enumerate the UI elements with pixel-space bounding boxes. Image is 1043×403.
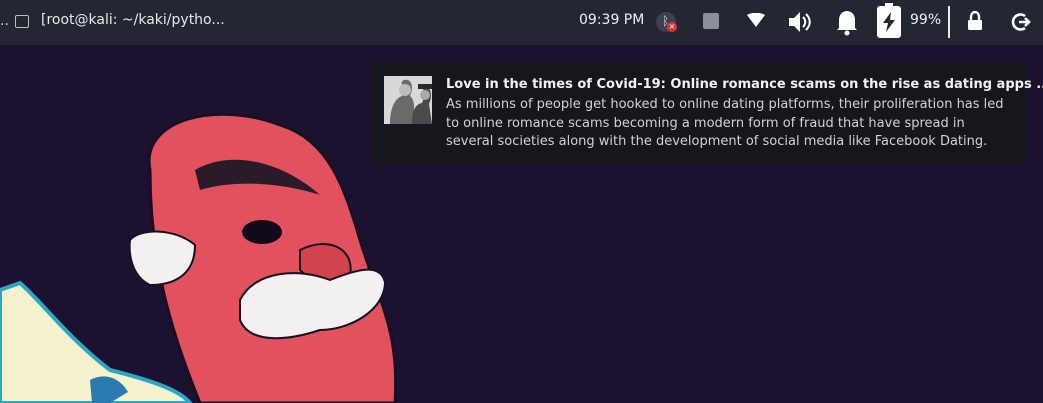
volume-icon[interactable] [787,10,813,34]
battery-percent: 99% [910,12,942,28]
notification-body: As millions of people get hooked to onli… [446,97,1004,149]
notification-popup[interactable]: Love in the times of Covid-19: Online ro… [371,63,1043,165]
overflow-indicator: .. [0,13,9,29]
disabled-badge-icon: × [667,22,677,32]
lock-icon[interactable] [967,11,983,31]
battery-charging-icon[interactable] [877,3,901,38]
notification-thumbnail [384,76,432,124]
desktop-wallpaper [0,0,1043,403]
terminal-icon[interactable] [15,15,29,28]
mask-eye [242,220,282,244]
window-title[interactable]: [root@kali: ~/kaki/pytho... [41,12,225,28]
panel-separator [948,6,950,38]
notification-title: Love in the times of Covid-19: Online ro… [446,77,1043,92]
bluetooth-icon[interactable]: ᛒ × [656,12,677,32]
clock[interactable]: 09:39 PM [579,12,644,28]
top-panel: .. [root@kali: ~/kaki/pytho... 09:39 PM … [0,0,1043,45]
app-indicator-icon[interactable] [703,13,719,29]
wifi-icon[interactable] [747,13,765,27]
power-icon[interactable] [1011,12,1031,32]
bell-icon[interactable] [835,8,859,36]
